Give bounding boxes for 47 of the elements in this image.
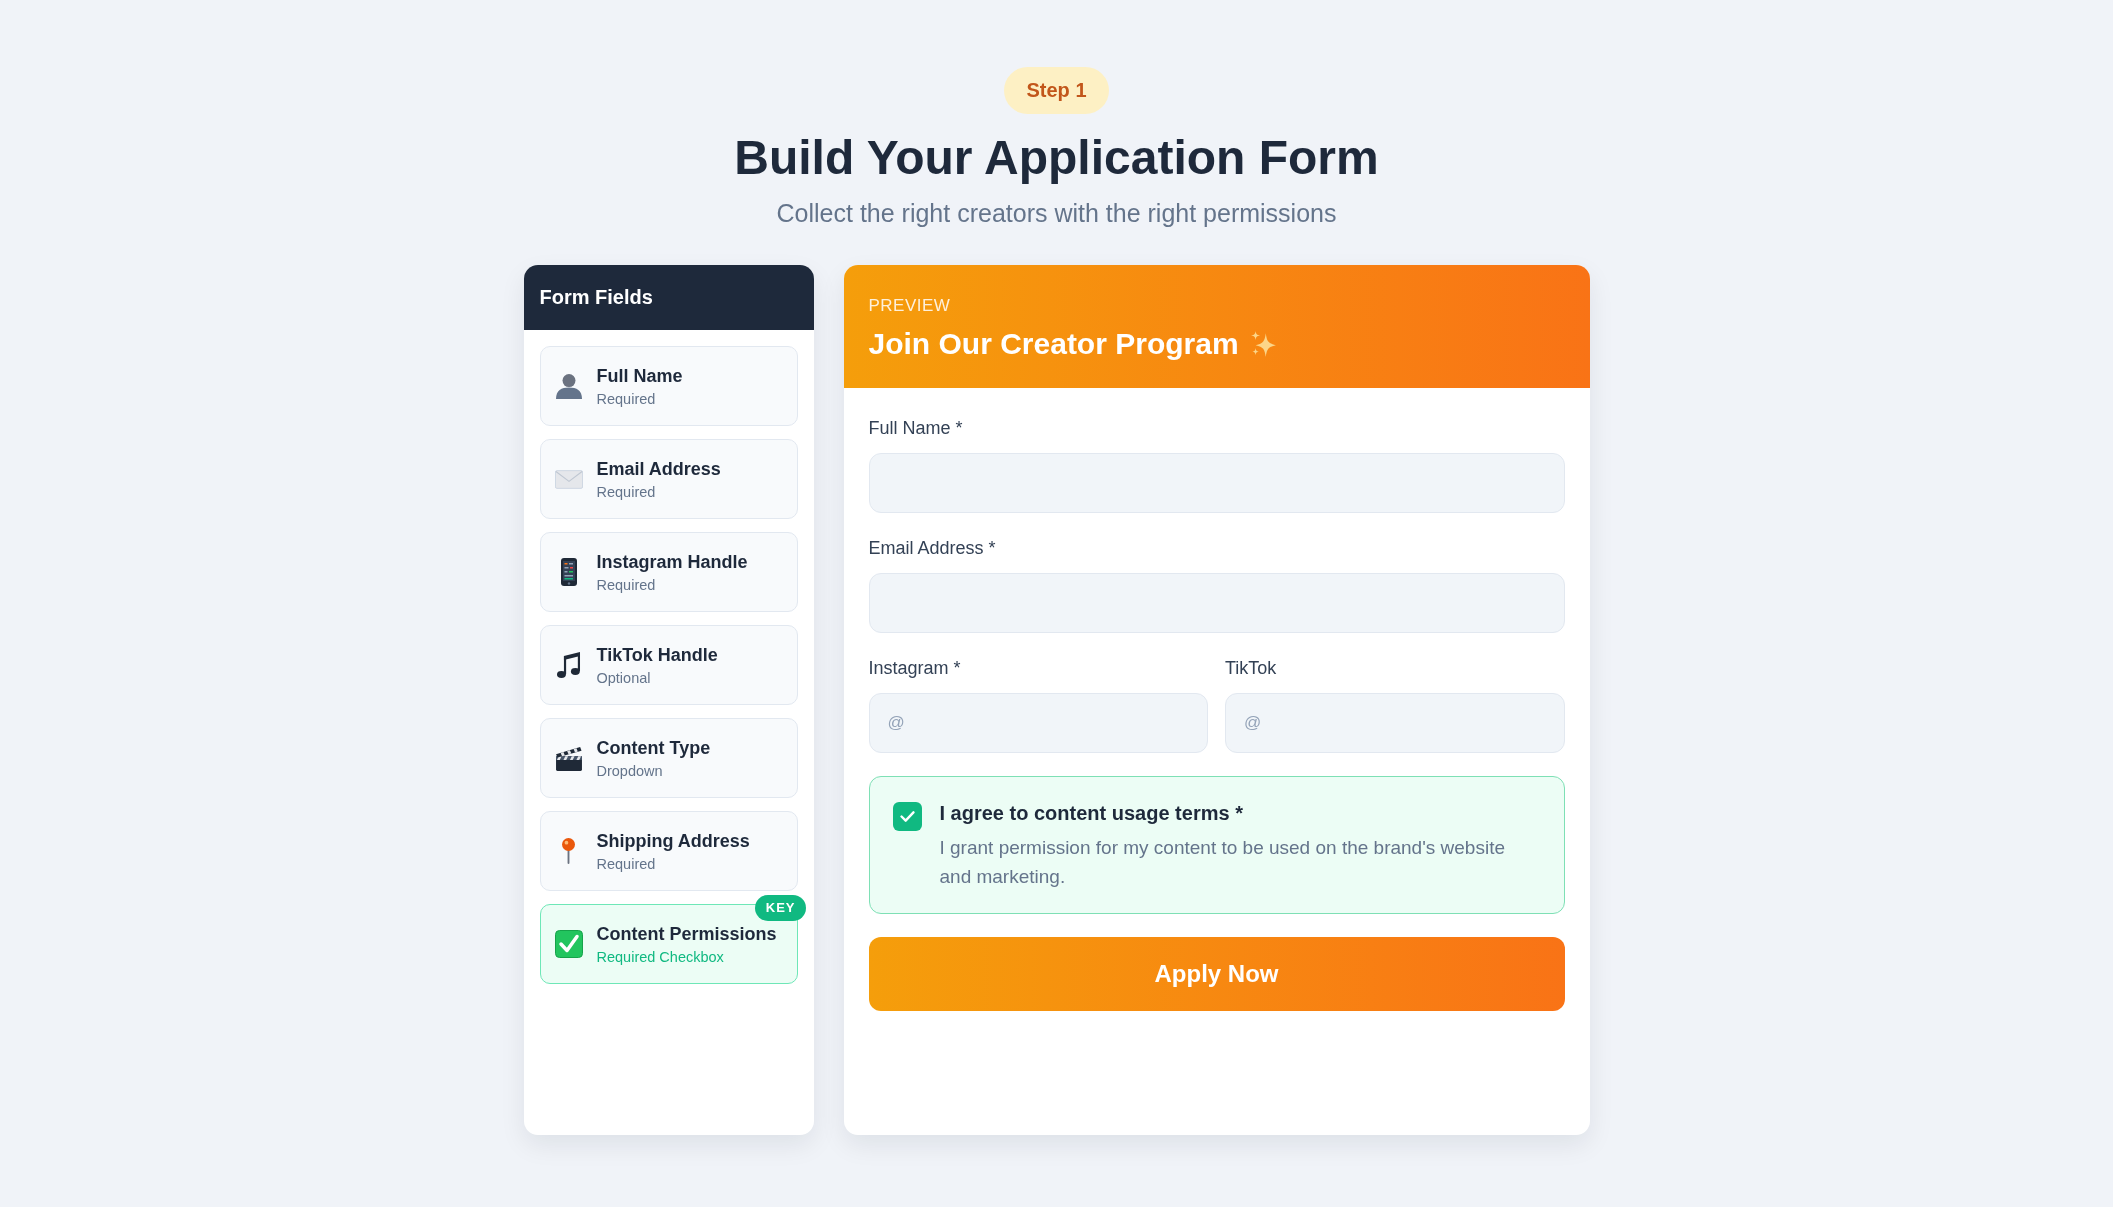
- text-input[interactable]: [868, 573, 1565, 633]
- text-input[interactable]: [868, 453, 1565, 513]
- field-name: Email Address: [596, 459, 721, 479]
- checkbox-icon: [554, 930, 583, 958]
- consent-description: I grant permission for my content to be used on the brand's website and marketing.: [939, 836, 1506, 889]
- field-name: Content Permissions: [596, 924, 777, 944]
- field-requirement: Required: [596, 483, 656, 501]
- field-requirement: Optional: [596, 669, 651, 687]
- music-note-icon: [556, 652, 581, 678]
- field-name: Content Type: [596, 738, 711, 758]
- field-requirement: Required: [596, 576, 656, 594]
- sparkle-icon: [1250, 331, 1276, 357]
- envelope-icon: [554, 469, 583, 489]
- text-input[interactable]: @: [868, 693, 1208, 753]
- phone-icon: [560, 558, 577, 586]
- key-badge: KEY: [754, 895, 806, 921]
- page-title: Build Your Application Form: [734, 130, 1379, 186]
- field-item[interactable]: Instagram Handle Required: [539, 532, 798, 612]
- field-requirement: Required: [596, 855, 656, 873]
- field-item[interactable]: Full Name Required: [539, 346, 798, 426]
- field-requirement: Dropdown: [596, 762, 663, 780]
- field-name: Shipping Address: [596, 831, 750, 851]
- field-label: Instagram *: [868, 657, 961, 680]
- field-label: TikTok: [1225, 657, 1277, 680]
- field-item[interactable]: Content Type Dropdown: [539, 718, 798, 798]
- field-item[interactable]: TikTok Handle Optional: [539, 625, 798, 705]
- field-item[interactable]: Shipping Address Required: [539, 811, 798, 891]
- field-requirement: Required Checkbox: [596, 948, 724, 966]
- field-label: Full Name *: [868, 417, 963, 440]
- text-input[interactable]: @: [1225, 693, 1565, 753]
- field-name: Instagram Handle: [596, 552, 748, 572]
- preview-title: Join Our Creator Program: [868, 326, 1239, 362]
- checkmark-icon: [899, 811, 915, 822]
- person-icon: [555, 373, 582, 399]
- field-item[interactable]: Email Address Required: [539, 439, 798, 519]
- step-badge: Step 1: [1004, 67, 1109, 114]
- clapperboard-icon: [554, 745, 583, 771]
- field-requirement: Required: [596, 390, 656, 408]
- pushpin-icon: [561, 838, 576, 864]
- consent-title: I agree to content usage terms *: [939, 801, 1243, 826]
- page-subtitle: Collect the right creators with the right permissions: [776, 198, 1337, 228]
- sidebar-title: Form Fields: [539, 286, 653, 309]
- checkbox[interactable]: [892, 802, 922, 831]
- field-name: TikTok Handle: [596, 645, 718, 665]
- field-name: Full Name: [596, 366, 683, 386]
- field-label: Email Address *: [868, 537, 996, 560]
- preview-label: PREVIEW: [868, 296, 952, 316]
